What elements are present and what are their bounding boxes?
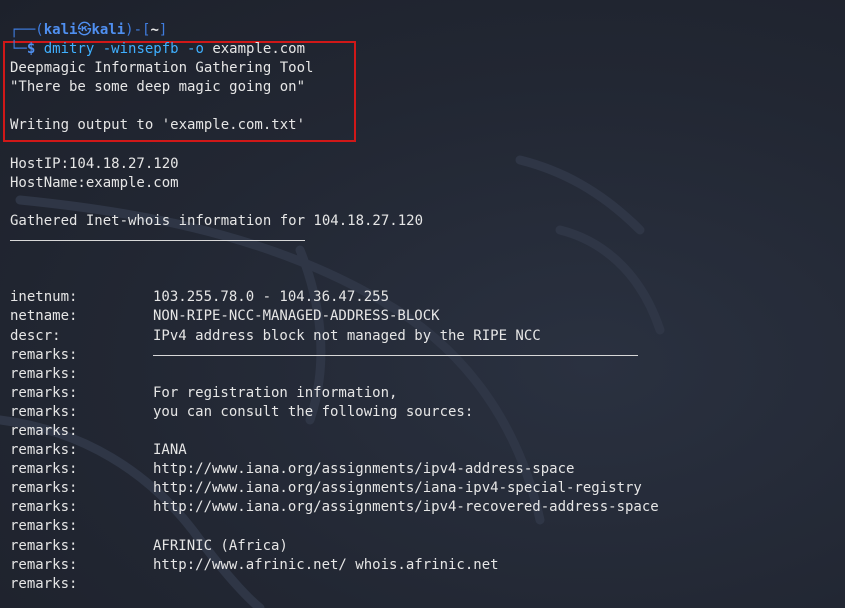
command-line[interactable]: └─$ dmitry -winsepfb -o example.com bbox=[10, 40, 840, 59]
prompt-line-top: ┌──(kali㉿kali)-[~] bbox=[10, 21, 840, 40]
whois-value: http://www.iana.org/assignments/ipv4-rec… bbox=[153, 499, 659, 516]
whois-key: remarks: bbox=[10, 575, 78, 592]
whois-header-line: Gathered Inet-whois information for 104.… bbox=[10, 212, 424, 229]
whois-row: remarks: you can consult the following so… bbox=[10, 403, 840, 422]
whois-key: remarks: bbox=[10, 346, 78, 363]
banner-tagline: "There be some deep magic going on" bbox=[10, 79, 306, 96]
prompt-corner-top: ┌──( bbox=[10, 22, 44, 38]
whois-value: you can consult the following sources: bbox=[153, 403, 474, 420]
whois-key: descr: bbox=[10, 327, 61, 344]
prompt-host: kali bbox=[91, 22, 126, 38]
prompt-close-paren: )-[ bbox=[125, 22, 151, 38]
whois-row: remarks: http://www.iana.org/assignments/… bbox=[10, 460, 840, 479]
whois-value: AFRINIC (Africa) bbox=[153, 537, 288, 554]
whois-key: remarks: bbox=[10, 556, 78, 573]
whois-key: inetnum: bbox=[10, 289, 78, 306]
whois-key: remarks: bbox=[10, 518, 78, 535]
whois-key: remarks: bbox=[10, 384, 78, 401]
whois-row: descr: IPv4 address block not managed by … bbox=[10, 327, 840, 346]
whois-row: inetnum: 103.255.78.0 - 104.36.47.255 bbox=[10, 288, 840, 307]
whois-row: remarks: http://www.iana.org/assignments/… bbox=[10, 498, 840, 517]
whois-row: remarks: http://www.iana.org/assignments/… bbox=[10, 479, 840, 498]
command-flags: -winsepfb -o bbox=[102, 41, 204, 58]
whois-value: http://www.iana.org/assignments/iana-ipv… bbox=[153, 480, 642, 497]
divider-rule bbox=[10, 239, 305, 241]
whois-row: remarks: http://www.afrinic.net/ whois.af… bbox=[10, 556, 840, 575]
whois-key: remarks: bbox=[10, 499, 78, 516]
host-name-line: HostName:example.com bbox=[10, 174, 179, 191]
whois-key: remarks: bbox=[10, 365, 78, 382]
whois-key: remarks: bbox=[10, 422, 78, 439]
divider-rule bbox=[153, 354, 638, 356]
whois-row: remarks: IANA bbox=[10, 441, 840, 460]
whois-key: remarks: bbox=[10, 537, 78, 554]
whois-row: remarks: For registration information, bbox=[10, 384, 840, 403]
whois-row: remarks: bbox=[10, 517, 840, 536]
whois-key: netname: bbox=[10, 308, 78, 325]
terminal-window[interactable]: ┌──(kali㉿kali)-[~] └─$ dmitry -winsepfb … bbox=[0, 0, 845, 608]
command-name: dmitry bbox=[43, 41, 95, 58]
prompt-corner-bottom: └─ bbox=[10, 41, 27, 58]
whois-value: NON-RIPE-NCC-MANAGED-ADDRESS-BLOCK bbox=[153, 308, 440, 325]
whois-value: IANA bbox=[153, 442, 187, 459]
whois-row: remarks: bbox=[10, 575, 840, 594]
prompt-skull-icon: ㉿ bbox=[77, 22, 92, 38]
terminal-output: ┌──(kali㉿kali)-[~] └─$ dmitry -winsepfb … bbox=[10, 21, 840, 594]
whois-table: inetnum: 103.255.78.0 - 104.36.47.255 netn… bbox=[10, 288, 840, 594]
whois-key: remarks: bbox=[10, 461, 78, 478]
whois-row: remarks: bbox=[10, 346, 840, 365]
whois-value: IPv4 address block not managed by the RI… bbox=[153, 327, 541, 344]
host-ip-line: HostIP:104.18.27.120 bbox=[10, 155, 179, 172]
whois-key: remarks: bbox=[10, 442, 78, 459]
banner-title: Deepmagic Information Gathering Tool bbox=[10, 60, 314, 77]
prompt-dollar: $ bbox=[26, 41, 44, 58]
whois-row: remarks: bbox=[10, 365, 840, 384]
whois-key: remarks: bbox=[10, 403, 78, 420]
whois-header-rule bbox=[10, 231, 840, 250]
prompt-directory: ~ bbox=[150, 22, 159, 38]
whois-value: 103.255.78.0 - 104.36.47.255 bbox=[153, 289, 390, 306]
whois-value: http://www.afrinic.net/ whois.afrinic.ne… bbox=[153, 556, 499, 573]
whois-value: For registration information, bbox=[153, 384, 398, 401]
whois-key: remarks: bbox=[10, 480, 78, 497]
whois-row: remarks: AFRINIC (Africa) bbox=[10, 537, 840, 556]
whois-row: remarks: bbox=[10, 422, 840, 441]
writing-output-line: Writing output to 'example.com.txt' bbox=[10, 117, 306, 134]
prompt-close-bracket: ] bbox=[158, 22, 168, 38]
whois-value: http://www.iana.org/assignments/ipv4-add… bbox=[153, 461, 575, 478]
whois-row: netname: NON-RIPE-NCC-MANAGED-ADDRESS-BLO… bbox=[10, 307, 840, 326]
prompt-user: kali bbox=[43, 22, 78, 38]
command-argument: example.com bbox=[212, 41, 306, 58]
